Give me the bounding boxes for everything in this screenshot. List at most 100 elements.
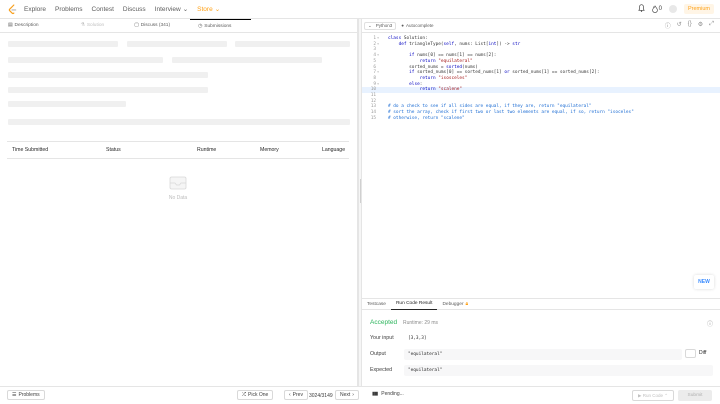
code-text: class Solution: — [388, 36, 428, 41]
code-text: # sort the array, check if first two or … — [388, 110, 634, 116]
skeleton-line — [8, 101, 126, 107]
chevron-left-icon: ‹ — [289, 392, 291, 398]
line-number: 9 — [373, 81, 376, 87]
expected-value: "equilateral" — [404, 365, 713, 376]
col-time-submitted[interactable]: Time Submitted — [12, 147, 48, 153]
skeleton-line — [8, 72, 208, 78]
output-label: Output — [370, 351, 386, 357]
code-text: # otherwise, return "scalene" — [388, 115, 465, 121]
skeleton-line — [8, 41, 118, 47]
fire-icon — [651, 5, 658, 13]
tab-description-label: Description — [14, 23, 39, 28]
avatar[interactable] — [668, 5, 677, 13]
col-memory[interactable]: Memory — [260, 147, 279, 153]
settings-icon[interactable]: ⚙ — [698, 21, 703, 30]
col-language[interactable]: Language — [322, 147, 345, 153]
fold-icon[interactable]: ▾ — [377, 82, 379, 86]
diff-label: Diff — [699, 350, 707, 356]
col-runtime[interactable]: Runtime — [197, 147, 216, 153]
code-text: else: — [409, 81, 423, 87]
nav-contest[interactable]: Contest — [92, 6, 114, 13]
fold-icon[interactable]: ▾ — [377, 36, 379, 40]
chevron-up-icon: ⌃ — [662, 392, 668, 398]
bell-icon[interactable] — [637, 4, 645, 14]
table-header: Time Submitted Status Runtime Memory Lan… — [7, 142, 349, 159]
list-icon: ☰ — [12, 392, 17, 398]
line-number: 14 — [370, 110, 376, 116]
streak-counter[interactable]: 0 — [651, 5, 662, 13]
pending-label: Pending... — [381, 391, 404, 397]
code-text: return "equilateral" — [419, 58, 473, 64]
nav-interview-label: Interview — [154, 5, 181, 13]
diff-toggle[interactable]: Diff — [685, 348, 712, 358]
pending-status: ▮▮▮ Pending... — [372, 391, 404, 397]
braces-icon[interactable]: {} — [688, 21, 692, 30]
left-panel: ▤ Description ⚗ Solution ▢ Discuss (341) ◷ S… — [0, 18, 358, 386]
problems-button[interactable]: ☰ Problems — [7, 390, 45, 400]
nav-interview[interactable]: Interview ⌄ — [154, 5, 188, 14]
line-number: 11 — [370, 93, 376, 98]
shuffle-icon: ⤮ — [242, 392, 247, 398]
new-feature-button[interactable]: NEW — [694, 275, 714, 289]
pick-one-button[interactable]: ⤮ Pick One — [237, 390, 274, 400]
code-text: if nums[0] == nums[1] == nums[2]: — [409, 53, 497, 59]
reset-icon[interactable]: ↺ — [677, 21, 682, 30]
fold-icon[interactable]: ▾ — [377, 70, 379, 74]
col-status[interactable]: Status — [106, 147, 121, 153]
info-icon[interactable]: ⓘ — [665, 21, 671, 30]
run-code-button[interactable]: ▶ Run Code ⌃ — [632, 390, 674, 401]
tab-description[interactable]: ▤ Description — [0, 19, 59, 33]
tab-run-code-result[interactable]: Run Code Result — [390, 299, 438, 310]
tab-discuss-label: Discuss (341) — [140, 23, 171, 28]
line-number: 15 — [370, 115, 376, 121]
submit-button[interactable]: Submit — [678, 390, 712, 401]
right-panel: ⌄ Python3 ● Autocomplete ⓘ ↺ {} ⚙ ⤢ 1 ▾ clas… — [362, 19, 720, 386]
nav-problems[interactable]: Problems — [55, 6, 82, 13]
lock-icon: 🔒︎ — [465, 302, 469, 307]
problem-tabs: ▤ Description ⚗ Solution ▢ Discuss (341) ◷ S… — [0, 18, 357, 33]
tab-solution-label: Solution — [86, 23, 105, 28]
line-number: 12 — [370, 98, 376, 104]
code-editor[interactable]: 1 ▾ class Solution: 2 ▾ def triangleType(sel… — [362, 34, 720, 316]
code-line[interactable]: 15 # otherwise, return "scalene" — [362, 116, 720, 122]
line-number: 2 — [373, 41, 376, 47]
editor-toolbar: ⌄ Python3 ● Autocomplete ⓘ ↺ {} ⚙ ⤢ — [362, 19, 720, 33]
nav-store[interactable]: Store ⌄ — [197, 5, 221, 14]
bottom-bar: ☰ Problems ⤮ Pick One ‹ Prev 3024/3149 Next… — [0, 386, 720, 404]
tab-solution[interactable]: ⚗ Solution — [59, 19, 125, 33]
code-text: sorted_nums = sorted(nums) — [388, 64, 478, 70]
tab-discuss[interactable]: ▢ Discuss (341) — [124, 19, 190, 33]
diff-switch[interactable] — [685, 348, 696, 358]
fold-icon[interactable]: ▾ — [377, 53, 379, 57]
toggle-dot-icon: ● — [401, 23, 405, 28]
line-number: 8 — [373, 75, 376, 81]
prev-label: Prev — [292, 392, 303, 398]
description-icon: ▤ — [8, 23, 13, 28]
fullscreen-icon[interactable]: ⤢ — [709, 21, 714, 30]
tab-testcase[interactable]: Testcase — [362, 299, 391, 310]
nav-explore-label: Explore — [24, 5, 47, 13]
toolbar-icons: ⓘ ↺ {} ⚙ ⤢ — [665, 21, 714, 30]
your-input-label: Your input — [370, 335, 394, 341]
leetcode-logo-icon[interactable] — [8, 3, 17, 15]
premium-button[interactable]: Premium — [683, 4, 714, 14]
next-button[interactable]: Next › — [335, 390, 359, 400]
your-input-value: [3,3,3] — [404, 333, 713, 344]
fold-icon[interactable]: ▾ — [377, 42, 379, 46]
resize-grip[interactable] — [360, 179, 361, 203]
line-number: 13 — [370, 104, 376, 110]
line-number: 6 — [373, 64, 376, 70]
prev-button[interactable]: ‹ Prev — [284, 390, 308, 400]
info-icon[interactable]: ⓘ — [707, 319, 713, 328]
autocomplete-toggle[interactable]: ● Autocomplete — [401, 23, 433, 28]
nav-discuss[interactable]: Discuss — [123, 6, 146, 13]
language-select[interactable]: ⌄ Python3 — [364, 21, 397, 30]
page-indicator: 3024/3149 — [309, 393, 333, 399]
tab-submissions[interactable]: ◷ Submissions — [190, 18, 252, 33]
chevron-down-icon: ⌄ — [214, 6, 221, 13]
chevron-down-icon: ⌄ — [368, 22, 372, 28]
next-label: Next — [340, 392, 351, 398]
nav-explore[interactable]: Explore — [24, 6, 46, 13]
tab-debugger[interactable]: Debugger 🔒︎ — [437, 299, 473, 310]
empty-state: No Data — [150, 175, 206, 201]
